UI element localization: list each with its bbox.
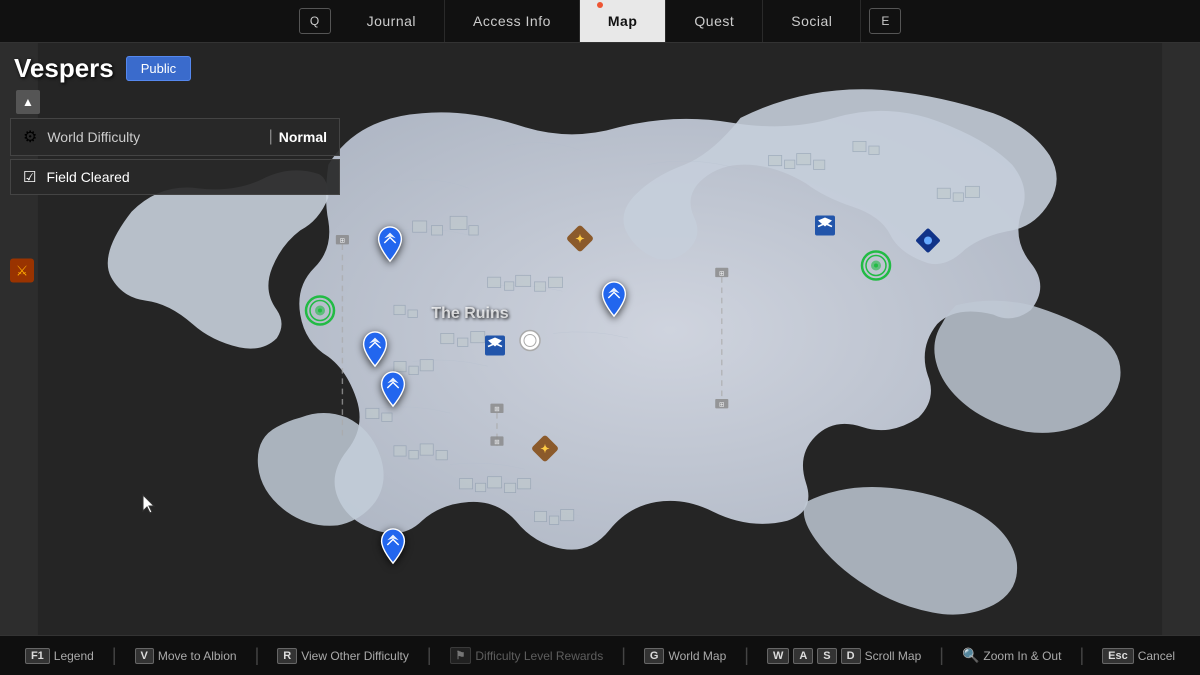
notification-dot xyxy=(597,2,603,8)
svg-text:✦: ✦ xyxy=(575,234,584,246)
hint-world-map: G World Map xyxy=(644,648,726,664)
location-header: Vespers Public xyxy=(10,53,340,84)
nav-arrow-row: ▲ xyxy=(10,88,340,116)
banner-marker-2 xyxy=(812,213,838,244)
blue-diamond-marker xyxy=(915,228,941,259)
hint-legend: F1 Legend xyxy=(25,648,94,664)
map-pin-1 xyxy=(376,225,404,268)
hint-scroll: W A S D Scroll Map xyxy=(767,648,921,664)
tab-social[interactable]: Social xyxy=(763,0,861,42)
zoom-icon: 🔍 xyxy=(962,647,979,664)
svg-text:⊞: ⊞ xyxy=(719,401,725,408)
hint-rewards: ⚑ Difficulty Level Rewards xyxy=(450,647,604,664)
svg-text:⚔: ⚔ xyxy=(16,263,29,279)
bottom-bar: F1 Legend | V Move to Albion | R View Ot… xyxy=(0,635,1200,675)
orange-marker-2: ✦ xyxy=(530,434,560,469)
field-cleared-row: ☑ Field Cleared xyxy=(10,159,340,195)
orange-marker-1: ✦ xyxy=(565,224,595,259)
svg-text:⊞: ⊞ xyxy=(340,238,346,245)
green-marker-2 xyxy=(860,250,892,287)
tab-quest[interactable]: Quest xyxy=(666,0,763,42)
map-pin-4 xyxy=(379,370,407,413)
tab-access-info[interactable]: Access Info xyxy=(445,0,580,42)
nav-key-q[interactable]: Q xyxy=(299,8,331,34)
checkmark-icon: ☑ xyxy=(23,168,36,186)
public-badge-button[interactable]: Public xyxy=(126,56,191,81)
hint-zoom: 🔍 Zoom In & Out xyxy=(962,647,1061,664)
tab-journal[interactable]: Journal xyxy=(339,0,445,42)
location-name: Vespers xyxy=(14,53,114,84)
enemy-marker-left: ⚔ xyxy=(8,257,36,290)
svg-text:⊞: ⊞ xyxy=(494,406,500,413)
nav-key-e[interactable]: E xyxy=(869,8,901,34)
map-area[interactable]: ⊞ ⊞ ⊞ ⊞ ⊞ The Ruins xyxy=(0,43,1200,635)
svg-text:✦: ✦ xyxy=(540,444,549,456)
green-marker-1 xyxy=(304,295,336,332)
world-difficulty-row: ⚙ World Difficulty | Normal xyxy=(10,118,340,156)
overlay-panel: Vespers Public ▲ ⚙ World Difficulty | No… xyxy=(10,53,340,198)
difficulty-icon: ⚙ xyxy=(23,127,37,147)
hint-cancel: Esc Cancel xyxy=(1102,648,1175,664)
portal-marker-center xyxy=(519,330,541,357)
tab-map[interactable]: Map xyxy=(580,0,667,42)
top-navigation: Q Journal Access Info Map Quest Social E xyxy=(0,0,1200,43)
svg-text:⊞: ⊞ xyxy=(494,439,500,446)
banner-marker-1 xyxy=(482,333,508,364)
svg-text:⊞: ⊞ xyxy=(719,270,725,277)
hint-difficulty: R View Other Difficulty xyxy=(277,648,409,664)
hint-move: V Move to Albion xyxy=(135,648,237,664)
map-pin-5 xyxy=(379,527,407,570)
map-pin-2 xyxy=(600,280,628,323)
nav-arrow-up[interactable]: ▲ xyxy=(16,90,40,114)
map-pin-3 xyxy=(361,330,389,373)
